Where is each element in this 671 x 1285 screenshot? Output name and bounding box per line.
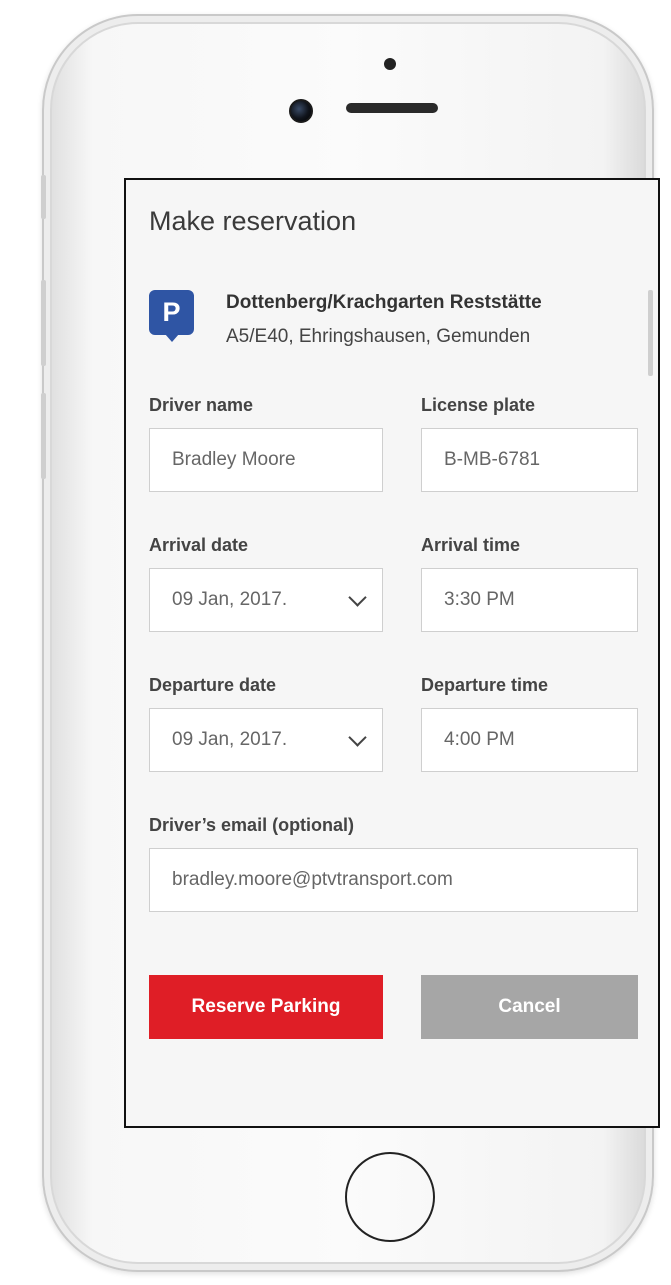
parking-icon: P: [149, 290, 194, 335]
cancel-button[interactable]: Cancel: [421, 975, 638, 1039]
location-name: Dottenberg/Krachgarten Reststätte: [226, 292, 542, 313]
departure-date-value: 09 Jan, 2017.: [172, 729, 288, 750]
volume-down-button: [41, 393, 46, 479]
power-button: [648, 290, 653, 376]
license-plate-input[interactable]: B-MB-6781: [421, 428, 638, 492]
earpiece-speaker: [346, 103, 438, 113]
arrival-time-input[interactable]: 3:30 PM: [421, 568, 638, 632]
parking-icon-letter: P: [162, 297, 181, 327]
sensor-dot: [384, 58, 396, 70]
email-input[interactable]: bradley.moore@ptvtransport.com: [149, 848, 638, 912]
parking-icon-pointer: [165, 334, 179, 342]
email-value: bradley.moore@ptvtransport.com: [172, 869, 453, 890]
front-camera: [289, 99, 313, 123]
reservation-screen: Make reservation P Dottenberg/Krachgarte…: [124, 178, 660, 1128]
chevron-down-icon: [348, 728, 367, 747]
driver-name-label: Driver name: [149, 395, 254, 415]
license-plate-value: B-MB-6781: [444, 449, 541, 470]
arrival-time-value: 3:30 PM: [444, 589, 515, 610]
arrival-time-label: Arrival time: [421, 535, 521, 555]
home-button[interactable]: [345, 1152, 435, 1242]
arrival-date-select[interactable]: 09 Jan, 2017.: [149, 568, 383, 632]
email-label: Driver’s email (optional): [149, 815, 355, 835]
departure-time-input[interactable]: 4:00 PM: [421, 708, 638, 772]
departure-date-label: Departure date: [149, 675, 277, 695]
license-plate-label: License plate: [421, 395, 536, 415]
arrival-date-value: 09 Jan, 2017.: [172, 589, 288, 610]
driver-name-input[interactable]: Bradley Moore: [149, 428, 383, 492]
departure-time-value: 4:00 PM: [444, 729, 515, 750]
phone-frame: Make reservation P Dottenberg/Krachgarte…: [42, 14, 660, 1272]
volume-up-button: [41, 280, 46, 366]
departure-date-select[interactable]: 09 Jan, 2017.: [149, 708, 383, 772]
departure-time-label: Departure time: [421, 675, 549, 695]
mute-switch: [41, 175, 46, 219]
driver-name-value: Bradley Moore: [172, 449, 296, 470]
location-address: A5/E40, Ehringshausen, Gemunden: [226, 326, 531, 347]
page-title: Make reservation: [149, 206, 357, 236]
arrival-date-label: Arrival date: [149, 535, 249, 555]
reserve-parking-button[interactable]: Reserve Parking: [149, 975, 383, 1039]
chevron-down-icon: [348, 588, 367, 607]
